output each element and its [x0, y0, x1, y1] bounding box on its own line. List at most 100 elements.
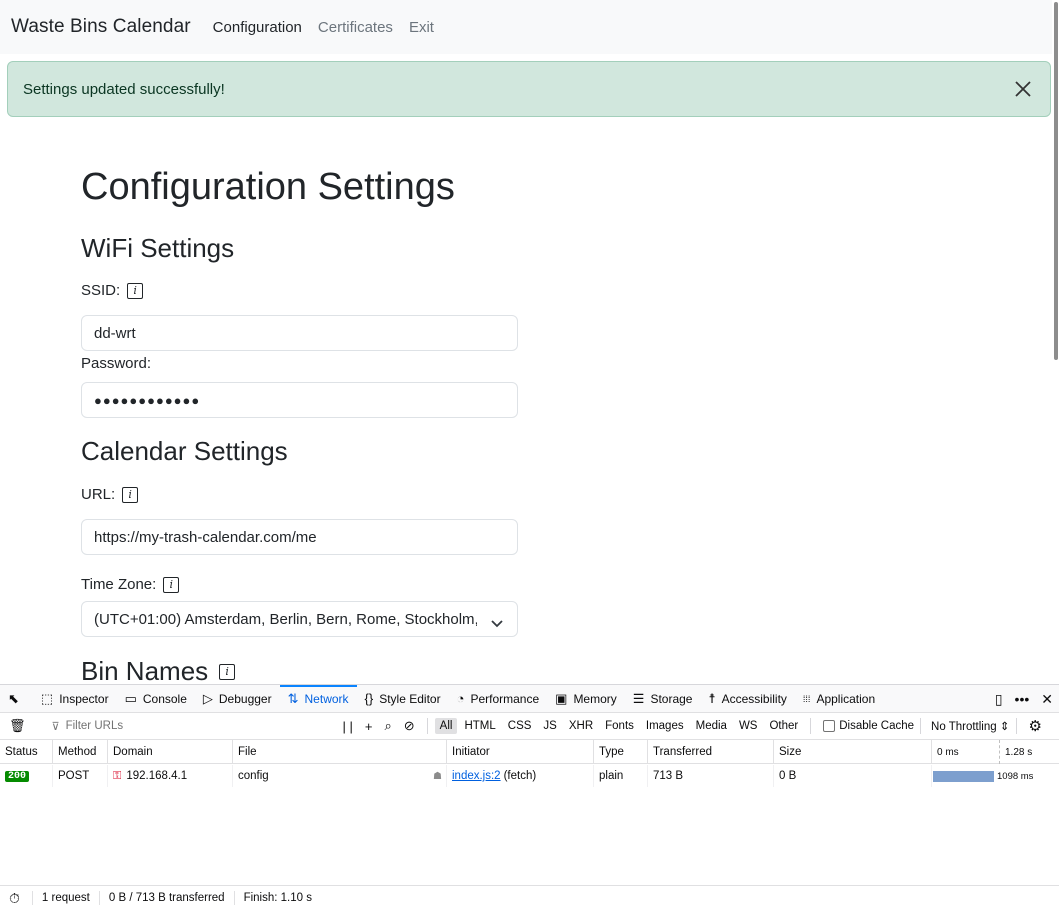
filter-other[interactable]: Other — [764, 718, 803, 734]
col-transferred[interactable]: Transferred — [648, 740, 774, 764]
password-input[interactable]: ●●●●●●●●●●●● — [81, 382, 518, 418]
tab-label: Memory — [573, 691, 617, 706]
domain-text: 192.168.4.1 — [126, 770, 188, 782]
col-type[interactable]: Type — [594, 740, 648, 764]
nav-link-exit[interactable]: Exit — [409, 19, 434, 36]
close-devtools-icon[interactable]: ✕ — [1041, 691, 1053, 708]
filter-all[interactable]: All — [434, 718, 458, 734]
network-toolbar: 🗑 ⊽ Filter URLs | | + ⌕ ⊘ All HTML CSS J… — [0, 713, 1059, 740]
col-domain[interactable]: Domain — [108, 740, 233, 764]
tab-performance[interactable]: ◔ Performance — [449, 685, 548, 713]
col-status[interactable]: Status — [0, 740, 53, 764]
waterfall-bar — [933, 771, 994, 782]
timezone-select-value: (UTC+01:00) Amsterdam, Berlin, Bern, Rom… — [94, 610, 477, 628]
transferred-cell: 713 B — [648, 765, 774, 787]
timezone-label: Time Zone: i — [81, 576, 180, 593]
initiator-link[interactable]: index.js:2 — [452, 770, 501, 782]
network-status-bar: ⏱ 1 request 0 B / 713 B transferred Fini… — [0, 885, 1059, 910]
memory-icon: ▣ — [555, 690, 568, 706]
tab-label: Network — [304, 691, 349, 706]
block-icon[interactable]: ⊘ — [404, 718, 415, 734]
timezone-select[interactable]: (UTC+01:00) Amsterdam, Berlin, Bern, Rom… — [81, 601, 518, 637]
dock-icon[interactable]: ▯ — [995, 691, 1003, 708]
filter-urls-placeholder: Filter URLs — [65, 720, 124, 732]
filter-css[interactable]: CSS — [503, 718, 537, 734]
tab-accessibility[interactable]: ☨ Accessibility — [700, 685, 794, 713]
filter-media[interactable]: Media — [691, 718, 732, 734]
devtools-tabbar: ⬉ ⬚ Inspector ▭ Console ▷ Debugger ⇅ Network… — [0, 684, 1059, 713]
tab-label: Application — [816, 691, 876, 706]
gear-icon[interactable]: ⚙ — [1029, 717, 1042, 735]
info-icon[interactable]: i — [163, 576, 180, 593]
filter-ws[interactable]: WS — [734, 718, 763, 734]
info-icon[interactable]: i — [127, 282, 144, 299]
performance-icon: ◔ — [456, 691, 465, 706]
accessibility-icon: ☨ — [708, 690, 716, 706]
tab-inspector[interactable]: ⬚ Inspector — [33, 685, 117, 713]
brand[interactable]: Waste Bins Calendar — [11, 16, 191, 38]
tab-label: Debugger — [218, 691, 272, 706]
stopwatch-icon[interactable]: ⏱ — [0, 890, 33, 906]
trash-icon[interactable]: 🗑 — [9, 718, 26, 734]
page-scrollbar[interactable] — [1052, 0, 1059, 684]
password-label-text: Password: — [81, 355, 152, 372]
file-cell: config ☗ — [233, 765, 447, 787]
password-label: Password: — [81, 355, 151, 372]
scrollbar-thumb[interactable] — [1054, 2, 1058, 360]
initiator-cell: index.js:2 (fetch) — [447, 765, 594, 787]
filter-html[interactable]: HTML — [459, 718, 500, 734]
bin-names-heading-text: Bin Names — [81, 656, 209, 686]
filter-urls-input[interactable]: ⊽ Filter URLs — [32, 720, 337, 733]
col-initiator[interactable]: Initiator — [447, 740, 594, 764]
filter-js[interactable]: JS — [538, 718, 561, 734]
info-icon[interactable]: i — [219, 663, 236, 680]
tab-debugger[interactable]: ▷ Debugger — [195, 685, 280, 713]
table-row[interactable]: 200 POST ⚿ 192.168.4.1 config ☗ index.js… — [0, 765, 1059, 787]
url-input[interactable]: https://my-trash-calendar.com/me — [81, 519, 518, 555]
tab-label: Inspector — [59, 691, 109, 706]
domain-cell: ⚿ 192.168.4.1 — [108, 765, 233, 787]
col-size[interactable]: Size — [774, 740, 932, 764]
filter-images[interactable]: Images — [641, 718, 689, 734]
divider — [426, 718, 428, 734]
disable-cache-checkbox[interactable]: Disable Cache — [823, 720, 914, 732]
tab-memory[interactable]: ▣ Memory — [547, 685, 625, 713]
col-file[interactable]: File — [233, 740, 447, 764]
page-title: Configuration Settings — [81, 166, 455, 208]
tab-application[interactable]: ⁞⁞⁞ Application — [795, 685, 883, 713]
transferred-summary: 0 B / 713 B transferred — [100, 891, 235, 905]
size-cell: 0 B — [774, 765, 932, 787]
tab-storage[interactable]: ☰ Storage — [625, 685, 701, 713]
element-picker-icon[interactable]: ⬉ — [0, 685, 33, 713]
method-cell: POST — [53, 765, 108, 787]
throttling-select[interactable]: No Throttling ⇕ — [931, 719, 1009, 733]
tab-label: Performance — [470, 691, 540, 706]
close-icon[interactable] — [1013, 79, 1033, 99]
storage-icon: ☰ — [632, 690, 645, 706]
col-method[interactable]: Method — [53, 740, 108, 764]
insecure-lock-icon: ⚿ — [113, 769, 122, 782]
type-cell: plain — [594, 765, 648, 787]
turtle-icon: ☗ — [433, 770, 442, 782]
timing-cell: 1098 ms — [997, 770, 1034, 782]
nav-link-certificates[interactable]: Certificates — [318, 19, 393, 36]
ssid-input[interactable]: dd-wrt — [81, 315, 518, 351]
filter-fonts[interactable]: Fonts — [600, 718, 639, 734]
waterfall-tick-end: 1.28 s — [1005, 746, 1033, 758]
timezone-label-text: Time Zone: — [81, 576, 157, 593]
tab-network[interactable]: ⇅ Network — [279, 684, 357, 713]
tab-console[interactable]: ▭ Console — [117, 685, 195, 713]
plus-icon[interactable]: + — [365, 719, 373, 734]
checkbox-box[interactable] — [823, 720, 836, 732]
pause-icon[interactable]: | | — [343, 719, 353, 734]
tab-style-editor[interactable]: {} Style Editor — [357, 685, 449, 713]
more-icon[interactable]: ••• — [1015, 691, 1030, 707]
filter-xhr[interactable]: XHR — [564, 718, 598, 734]
nav-link-configuration[interactable]: Configuration — [213, 19, 302, 36]
search-icon[interactable]: ⌕ — [384, 718, 391, 734]
info-icon[interactable]: i — [122, 486, 139, 503]
filter-icon: ⊽ — [51, 720, 60, 733]
calendar-heading: Calendar Settings — [81, 436, 288, 466]
status-cell: 200 — [0, 765, 53, 787]
waterfall-tick-start: 0 ms — [932, 740, 1000, 764]
